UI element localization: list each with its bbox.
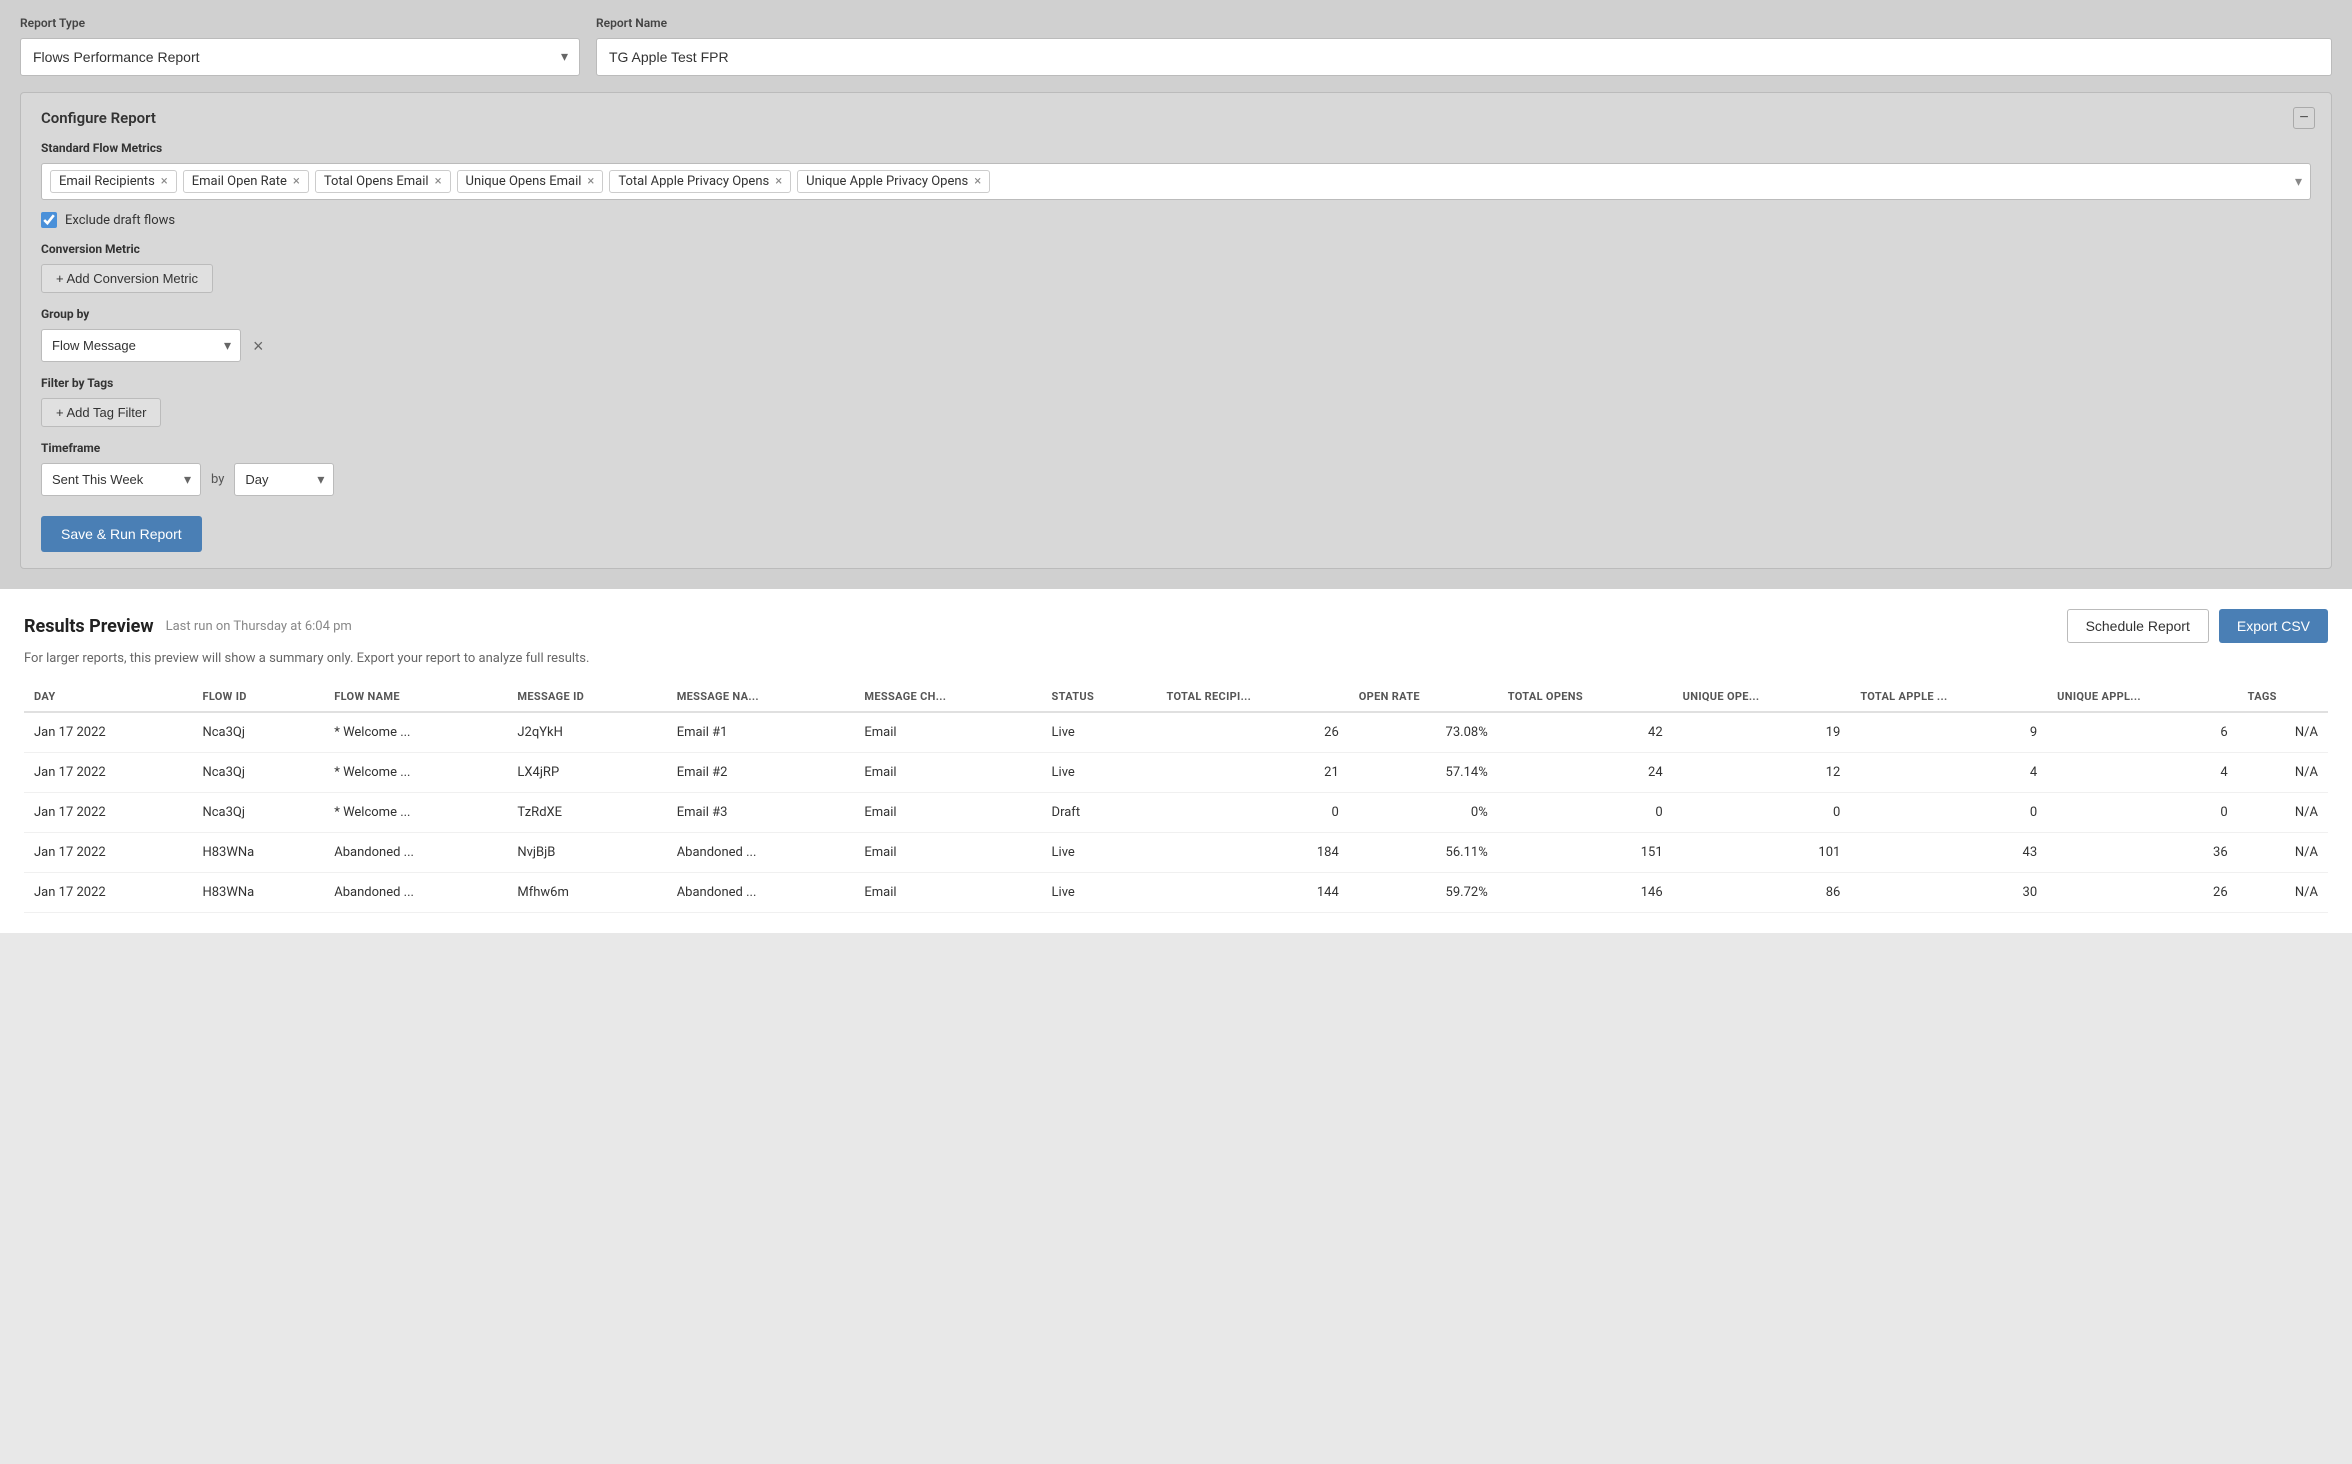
results-last-run: Last run on Thursday at 6:04 pm	[166, 619, 352, 634]
table-row: Jan 17 2022Nca3Qj* Welcome ...J2qYkHEmai…	[24, 712, 2328, 753]
results-note: For larger reports, this preview will sh…	[24, 651, 2328, 666]
col-unique-opens: UNIQUE OPE...	[1673, 682, 1851, 712]
report-type-label: Report Type	[20, 16, 580, 30]
remove-unique-apple-privacy-opens[interactable]: ×	[974, 174, 981, 189]
results-table: DAY FLOW ID FLOW NAME MESSAGE ID MESSAGE…	[24, 682, 2328, 913]
col-total-apple: TOTAL APPLE ...	[1850, 682, 2047, 712]
clear-group-by-button[interactable]: ×	[251, 335, 266, 357]
remove-unique-opens-email[interactable]: ×	[587, 174, 594, 189]
conversion-metric-label: Conversion Metric	[41, 242, 2311, 256]
exclude-draft-checkbox[interactable]	[41, 212, 57, 228]
col-total-opens: TOTAL OPENS	[1498, 682, 1673, 712]
group-by-label: Group by	[41, 307, 2311, 321]
export-csv-button[interactable]: Export CSV	[2219, 609, 2328, 643]
col-unique-apple: UNIQUE APPL...	[2047, 682, 2237, 712]
col-status: STATUS	[1042, 682, 1157, 712]
by-label: by	[211, 472, 224, 487]
metric-tag-total-opens-email: Total Opens Email ×	[315, 170, 451, 193]
table-row: Jan 17 2022Nca3Qj* Welcome ...LX4jRPEmai…	[24, 753, 2328, 793]
col-open-rate: OPEN RATE	[1349, 682, 1498, 712]
add-tag-filter-button[interactable]: + Add Tag Filter	[41, 398, 161, 427]
col-message-name: MESSAGE NA...	[667, 682, 855, 712]
configure-report-title: Configure Report	[41, 109, 2311, 127]
filter-by-tags-label: Filter by Tags	[41, 376, 2311, 390]
col-message-id: MESSAGE ID	[507, 682, 666, 712]
col-day: DAY	[24, 682, 192, 712]
col-tags: TAGS	[2238, 682, 2328, 712]
schedule-report-button[interactable]: Schedule Report	[2067, 609, 2209, 643]
exclude-draft-label: Exclude draft flows	[65, 213, 175, 228]
remove-email-open-rate[interactable]: ×	[293, 174, 300, 189]
col-message-channel: MESSAGE CH...	[854, 682, 1041, 712]
table-row: Jan 17 2022Nca3Qj* Welcome ...TzRdXEEmai…	[24, 793, 2328, 833]
timeframe-select[interactable]: Sent This Week Sent Last Week Sent This …	[41, 463, 201, 496]
table-row: Jan 17 2022H83WNaAbandoned ...NvjBjBAban…	[24, 833, 2328, 873]
metrics-row: Email Recipients × Email Open Rate × Tot…	[41, 163, 2311, 200]
metric-tag-unique-apple-privacy-opens: Unique Apple Privacy Opens ×	[797, 170, 990, 193]
report-name-label: Report Name	[596, 16, 2332, 30]
report-type-select[interactable]: Flows Performance ReportCampaign Perform…	[20, 38, 580, 76]
standard-flow-metrics-label: Standard Flow Metrics	[41, 141, 2311, 155]
col-total-recip: TOTAL RECIPI...	[1156, 682, 1348, 712]
metric-tag-email-open-rate: Email Open Rate ×	[183, 170, 309, 193]
collapse-button[interactable]: −	[2293, 107, 2315, 129]
add-conversion-metric-button[interactable]: + Add Conversion Metric	[41, 264, 213, 293]
remove-email-recipients[interactable]: ×	[161, 174, 168, 189]
col-flow-name: FLOW NAME	[324, 682, 507, 712]
col-flow-id: FLOW ID	[192, 682, 324, 712]
metric-tag-email-recipients: Email Recipients ×	[50, 170, 177, 193]
remove-total-apple-privacy-opens[interactable]: ×	[775, 174, 782, 189]
save-run-button[interactable]: Save & Run Report	[41, 516, 202, 552]
metrics-dropdown-arrow[interactable]: ▾	[2295, 174, 2302, 190]
group-by-select[interactable]: Flow Message Flow Day Week Month	[41, 329, 241, 362]
results-preview-title: Results Preview	[24, 616, 154, 637]
metric-tag-total-apple-privacy-opens: Total Apple Privacy Opens ×	[609, 170, 791, 193]
timeframe-label: Timeframe	[41, 441, 2311, 455]
table-row: Jan 17 2022H83WNaAbandoned ...Mfhw6mAban…	[24, 873, 2328, 913]
report-name-input[interactable]	[596, 38, 2332, 76]
remove-total-opens-email[interactable]: ×	[435, 174, 442, 189]
day-select[interactable]: Day Week Month DayWeekMonth	[234, 463, 334, 496]
metric-tag-unique-opens-email: Unique Opens Email ×	[457, 170, 604, 193]
